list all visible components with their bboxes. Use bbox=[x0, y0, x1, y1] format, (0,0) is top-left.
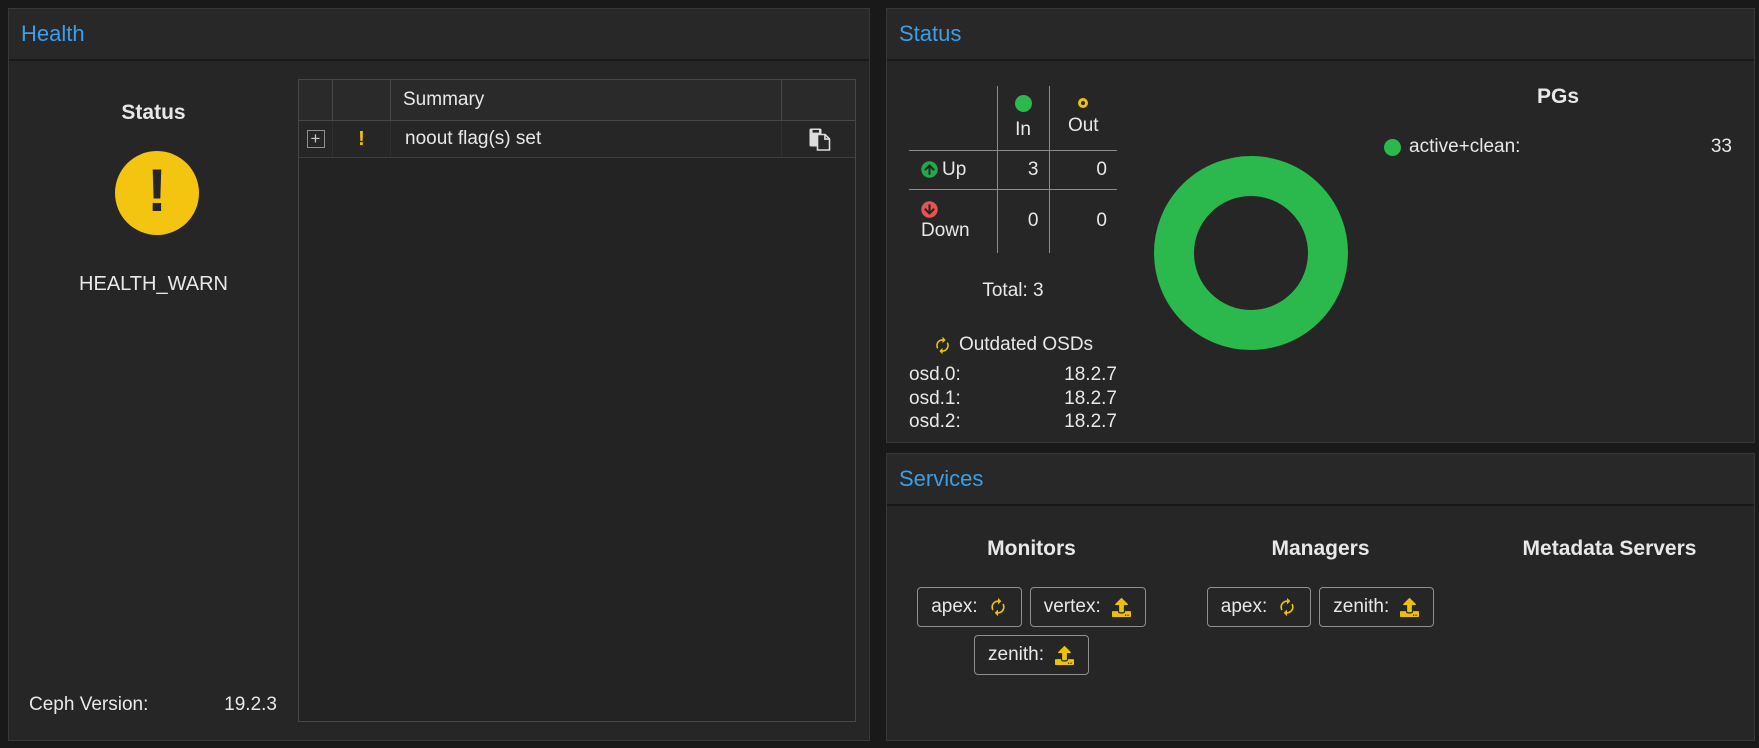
osd-in-out-table: In Out Up 3 0 bbox=[909, 86, 1117, 253]
osd-down-in-value: 0 bbox=[997, 189, 1049, 253]
upload-icon bbox=[1399, 598, 1420, 617]
osd-version: 18.2.7 bbox=[1064, 363, 1117, 387]
copy-icon bbox=[806, 126, 832, 152]
services-panel-title: Services bbox=[899, 466, 983, 492]
service-name: vertex: bbox=[1044, 597, 1101, 617]
arrow-circle-up-icon bbox=[921, 161, 938, 178]
osd-version: 18.2.7 bbox=[1064, 387, 1117, 411]
arrow-circle-down-icon bbox=[921, 201, 938, 218]
health-warning-icon: ! bbox=[115, 151, 199, 235]
metadata-servers-heading: Metadata Servers bbox=[1523, 537, 1697, 561]
managers-column: Managers apex: zenith: bbox=[1176, 506, 1465, 739]
copy-button[interactable] bbox=[806, 126, 832, 152]
pg-state-count: 33 bbox=[1711, 136, 1732, 158]
osd-name: osd.1: bbox=[909, 387, 961, 411]
service-name: apex: bbox=[1221, 597, 1267, 617]
health-panel-title: Health bbox=[21, 21, 85, 47]
pg-state-label: active+clean: bbox=[1409, 136, 1520, 158]
services-panel: Services Monitors apex: vertex: bbox=[886, 453, 1755, 741]
active-clean-dot-icon bbox=[1384, 139, 1401, 156]
refresh-icon bbox=[988, 597, 1008, 617]
monitor-badge-apex: apex: bbox=[917, 587, 1021, 627]
outdated-osd-item: osd.2: 18.2.7 bbox=[909, 410, 1117, 434]
outdated-osds-title: Outdated OSDs bbox=[959, 334, 1093, 356]
health-panel: Health Status ! HEALTH_WARN Ceph Version… bbox=[8, 8, 870, 741]
service-name: zenith: bbox=[988, 645, 1044, 665]
outdated-osd-item: osd.1: 18.2.7 bbox=[909, 387, 1117, 411]
upload-icon bbox=[1054, 646, 1075, 665]
status-panel-header: Status bbox=[887, 9, 1754, 61]
pgs-legend-row: active+clean: 33 bbox=[1384, 136, 1732, 158]
ceph-version-value: 19.2.3 bbox=[224, 694, 277, 716]
service-name: apex: bbox=[931, 597, 977, 617]
outdated-osd-item: osd.0: 18.2.7 bbox=[909, 363, 1117, 387]
osd-out-label: Out bbox=[1068, 115, 1099, 137]
warning-severity-icon: ! bbox=[358, 128, 365, 151]
osd-out-icon bbox=[1078, 98, 1088, 108]
managers-heading: Managers bbox=[1271, 537, 1369, 561]
manager-badge-zenith: zenith: bbox=[1319, 587, 1434, 627]
pg-donut-chart bbox=[1154, 156, 1348, 350]
status-panel-title: Status bbox=[899, 21, 961, 47]
table-row[interactable]: + ! noout flag(s) set bbox=[299, 121, 855, 158]
health-status-heading: Status bbox=[9, 101, 298, 125]
osd-name: osd.0: bbox=[909, 363, 961, 387]
osd-up-label: Up bbox=[942, 159, 966, 181]
osd-status-panel: Status In Out bbox=[886, 8, 1755, 443]
service-name: zenith: bbox=[1333, 597, 1389, 617]
monitors-column: Monitors apex: vertex: zenith: bbox=[887, 506, 1176, 739]
header-expand-column bbox=[299, 80, 333, 120]
services-panel-header: Services bbox=[887, 454, 1754, 506]
refresh-icon bbox=[1277, 597, 1297, 617]
osd-total: Total: 3 bbox=[909, 280, 1117, 302]
header-action-column bbox=[782, 80, 855, 120]
osd-in-label: In bbox=[1015, 119, 1031, 141]
refresh-icon bbox=[933, 336, 952, 355]
health-status-value: HEALTH_WARN bbox=[9, 273, 298, 296]
monitor-badge-zenith: zenith: bbox=[974, 635, 1089, 675]
outdated-osds-block: Outdated OSDs osd.0: 18.2.7 osd.1: 18.2.… bbox=[909, 334, 1117, 434]
osd-table-corner-cell bbox=[909, 86, 997, 150]
upload-icon bbox=[1111, 598, 1132, 617]
warning-summary-text: noout flag(s) set bbox=[391, 121, 782, 157]
osd-up-out-value: 0 bbox=[1049, 150, 1117, 189]
osd-down-label: Down bbox=[921, 220, 970, 241]
osd-name: osd.2: bbox=[909, 410, 961, 434]
osd-up-in-value: 3 bbox=[997, 150, 1049, 189]
health-warnings-table: Summary + ! noout flag(s) set bbox=[298, 79, 856, 722]
metadata-servers-column: Metadata Servers bbox=[1465, 506, 1754, 739]
osd-version: 18.2.7 bbox=[1064, 410, 1117, 434]
monitors-heading: Monitors bbox=[987, 537, 1076, 561]
expand-row-icon[interactable]: + bbox=[307, 130, 325, 148]
exclamation-icon: ! bbox=[147, 161, 167, 221]
ceph-version-row: Ceph Version: 19.2.3 bbox=[29, 694, 277, 716]
ceph-version-label: Ceph Version: bbox=[29, 694, 148, 716]
osd-down-out-value: 0 bbox=[1049, 189, 1117, 253]
monitor-badge-vertex: vertex: bbox=[1030, 587, 1146, 627]
manager-badge-apex: apex: bbox=[1207, 587, 1311, 627]
header-severity-column bbox=[333, 80, 391, 120]
header-summary-column: Summary bbox=[391, 80, 782, 120]
ceph-dashboard: { "colors": { "accent_blue": "#3c9ee8", … bbox=[0, 0, 1759, 748]
osd-in-icon bbox=[1015, 95, 1032, 112]
health-panel-header: Health bbox=[9, 9, 869, 61]
pgs-heading: PGs bbox=[1384, 85, 1732, 109]
health-table-header: Summary bbox=[299, 80, 855, 121]
